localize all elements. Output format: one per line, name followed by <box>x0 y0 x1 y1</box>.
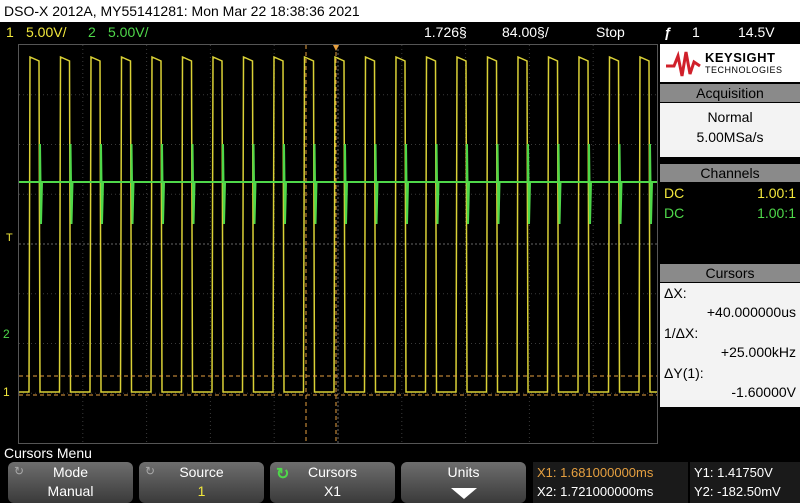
cursor-x-readout: X1: 1.681000000ms X2: 1.721000000ms <box>533 462 688 503</box>
dx-value: +40.000000us <box>706 304 796 320</box>
ch1-number[interactable]: 1 <box>6 22 14 42</box>
submenu-arrow-icon <box>451 488 477 499</box>
y2-readout: Y2: -182.50mV <box>694 484 781 499</box>
trigger-marker: T <box>6 232 13 244</box>
dy-label: ΔY(1): <box>664 365 704 381</box>
acquisition-title: Acquisition <box>660 84 800 102</box>
cursors-body: ΔX: +40.000000us 1/ΔX: +25.000kHz ΔY(1):… <box>660 283 800 407</box>
softkey-cursors-title: Cursors <box>307 464 357 480</box>
dx-label: ΔX: <box>664 285 687 301</box>
trigger-edge-icon: ƒ <box>664 24 672 40</box>
softkey-cursors-value: X1 <box>323 483 342 499</box>
softkey-cursors[interactable]: ↻ Cursors X1 <box>270 462 395 503</box>
ch1-ground-marker[interactable]: 1 <box>3 385 10 399</box>
ch2-number[interactable]: 2 <box>88 22 96 42</box>
softkey-source-title: Source <box>179 464 224 480</box>
waveform-display[interactable] <box>18 44 658 444</box>
keysight-wave-icon <box>666 50 701 77</box>
brand-sub: TECHNOLOGIES <box>705 65 783 75</box>
channels-body: DC 1.00:1 DC 1.00:1 <box>660 183 800 225</box>
trigger-level[interactable]: 14.5V <box>738 22 775 42</box>
softkey-units[interactable]: Units <box>401 462 526 503</box>
ch1-probe: 1.00:1 <box>757 185 796 201</box>
ch2-coupling: DC <box>664 205 685 221</box>
inv-dx-label: 1/ΔX: <box>664 325 699 341</box>
cursors-title: Cursors <box>660 264 800 282</box>
time-position[interactable]: 1.726§ <box>424 22 467 42</box>
acq-mode: Normal <box>707 109 753 125</box>
ch2-scale[interactable]: 5.00V/ <box>108 22 148 42</box>
trigger-channel: 1 <box>692 24 700 40</box>
acq-rate: 5.00MSa/s <box>696 129 764 145</box>
ch2-waveform <box>19 143 657 225</box>
side-panel: KEYSIGHT TECHNOLOGIES Acquisition Normal… <box>660 44 800 444</box>
softkey-mode-title: Mode <box>52 464 89 480</box>
ch2-ground-marker[interactable]: 2 <box>3 327 10 341</box>
ch2-marker-label: 2 <box>3 327 10 341</box>
status-bar: 1 5.00V/ 2 5.00V/ 1.726§ 84.00§/ Stop ƒ … <box>0 22 800 42</box>
softkey-source-value: 1 <box>197 483 206 499</box>
ch2-probe: 1.00:1 <box>757 205 796 221</box>
softkey-mode-value: Manual <box>47 483 94 499</box>
dy-value: -1.60000V <box>731 384 796 400</box>
ch1-marker-label: 1 <box>3 385 10 399</box>
x1-readout: X1: 1.681000000ms <box>537 465 654 480</box>
time-scale[interactable]: 84.00§/ <box>502 22 549 42</box>
ch1-coupling: DC <box>664 185 685 201</box>
x2-readout: X2: 1.721000000ms <box>537 484 654 499</box>
cursor-y-readout: Y1: 1.41750V Y2: -182.50mV <box>690 462 800 503</box>
softkey-units-title: Units <box>447 464 480 480</box>
keysight-logo: KEYSIGHT TECHNOLOGIES <box>660 44 800 82</box>
title-bar: DSO-X 2012A, MY55141281: Mon Mar 22 18:3… <box>0 0 800 22</box>
channels-title: Channels <box>660 164 800 182</box>
softkey-mode[interactable]: ↻ Mode Manual <box>8 462 133 503</box>
acquisition-body: Normal 5.00MSa/s <box>660 103 800 157</box>
softkey-source[interactable]: ↻ Source 1 <box>139 462 264 503</box>
run-state: Stop <box>596 24 625 40</box>
y1-readout: Y1: 1.41750V <box>694 465 773 480</box>
brand-name: KEYSIGHT <box>705 50 776 65</box>
inv-dx-value: +25.000kHz <box>720 344 796 360</box>
menu-label: Cursors Menu <box>0 444 800 462</box>
ch1-scale[interactable]: 5.00V/ <box>26 22 66 42</box>
waveform-canvas <box>19 45 657 443</box>
